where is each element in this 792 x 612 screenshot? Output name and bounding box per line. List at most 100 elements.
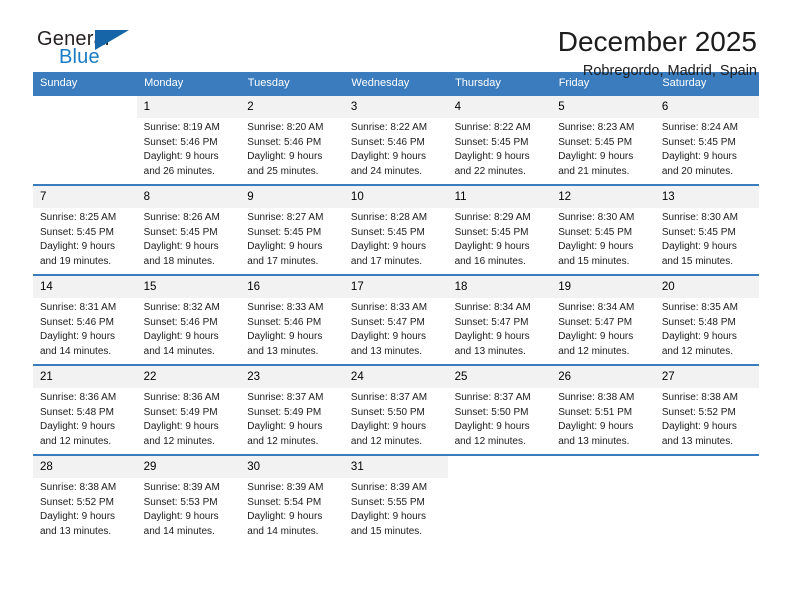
daylight-text: Daylight: 9 hours	[661, 421, 737, 432]
sunrise-text: Sunrise: 8:32 AM	[143, 302, 220, 313]
calendar-day-cell[interactable]: 31 Sunrise: 8:39 AM Sunset: 5:55 PM Dayligh…	[343, 454, 448, 544]
calendar-day-cell[interactable]: 7 Sunrise: 8:25 AM Sunset: 5:45 PM Daylight…	[33, 184, 137, 275]
sunset-text: Sunset: 5:47 PM	[454, 316, 529, 328]
sunrise-text: Sunrise: 8:33 AM	[350, 302, 428, 313]
calendar-day-cell[interactable]: 1 Sunrise: 8:19 AM Sunset: 5:46 PM Daylight…	[136, 94, 241, 185]
calendar-day-cell[interactable]: 3 Sunrise: 8:22 AM Sunset: 5:46 PM Daylight…	[343, 94, 448, 185]
calendar-week-row: 14 Sunrise: 8:31 AM Sunset: 5:46 PM Dayligh…	[33, 274, 759, 365]
day-details: Sunrise: 8:37 AM Sunset: 5:50 PM Daylight:…	[448, 388, 552, 449]
calendar-day-cell[interactable]: 14 Sunrise: 8:31 AM Sunset: 5:46 PM Dayligh…	[33, 274, 137, 365]
day-cell-inner: 29 Sunrise: 8:39 AM Sunset: 5:53 PM Dayligh…	[136, 456, 241, 544]
daylight-text: Daylight: 9 hours	[350, 151, 426, 162]
calendar-day-cell[interactable]: 5 Sunrise: 8:23 AM Sunset: 5:45 PM Daylight…	[551, 94, 655, 185]
daylight-text: Daylight: 9 hours	[40, 331, 116, 342]
calendar-page: General Blue December 2025 Robregordo, M…	[0, 0, 792, 612]
calendar-day-cell[interactable]: 29 Sunrise: 8:39 AM Sunset: 5:53 PM Dayligh…	[136, 454, 241, 544]
sunset-text: Sunset: 5:45 PM	[247, 226, 322, 238]
daylight-text: Daylight: 9 hours	[143, 151, 219, 162]
calendar-week-row: 1 Sunrise: 8:19 AM Sunset: 5:46 PM Daylight…	[33, 94, 759, 185]
daylight-text: Daylight: 9 hours	[454, 331, 530, 342]
calendar-body: 1 Sunrise: 8:19 AM Sunset: 5:46 PM Daylight…	[33, 94, 759, 544]
day-cell-inner: 3 Sunrise: 8:22 AM Sunset: 5:46 PM Daylight…	[343, 96, 448, 184]
day-number: 23	[240, 366, 344, 388]
sunset-text: Sunset: 5:45 PM	[143, 226, 218, 238]
day-details: Sunrise: 8:39 AM Sunset: 5:53 PM Daylight:…	[137, 478, 241, 539]
sunrise-text: Sunrise: 8:36 AM	[143, 392, 220, 403]
day-number: 8	[136, 186, 241, 208]
brand-logo[interactable]: General Blue	[33, 26, 153, 74]
sunrise-text: Sunrise: 8:34 AM	[558, 302, 635, 313]
day-number: 24	[343, 366, 448, 388]
day-cell-inner: 16 Sunrise: 8:33 AM Sunset: 5:46 PM Dayligh…	[240, 276, 344, 364]
day-number: 29	[136, 456, 241, 478]
calendar-day-cell[interactable]: 23 Sunrise: 8:37 AM Sunset: 5:49 PM Dayligh…	[240, 364, 344, 455]
calendar-day-cell[interactable]: 2 Sunrise: 8:20 AM Sunset: 5:46 PM Daylight…	[240, 94, 344, 185]
calendar-day-cell[interactable]: 8 Sunrise: 8:26 AM Sunset: 5:45 PM Daylight…	[136, 184, 241, 275]
calendar-day-cell[interactable]: 4 Sunrise: 8:22 AM Sunset: 5:45 PM Daylight…	[447, 94, 552, 185]
calendar-day-cell[interactable]: 10 Sunrise: 8:28 AM Sunset: 5:45 PM Dayligh…	[343, 184, 448, 275]
day-details: Sunrise: 8:35 AM Sunset: 5:48 PM Daylight:…	[655, 298, 759, 359]
day-number: 6	[654, 96, 759, 118]
calendar-empty-cell	[654, 454, 759, 544]
day-details: Sunrise: 8:31 AM Sunset: 5:46 PM Daylight:…	[33, 298, 137, 359]
day-details: Sunrise: 8:38 AM Sunset: 5:51 PM Daylight:…	[551, 388, 655, 449]
calendar-day-cell[interactable]: 20 Sunrise: 8:35 AM Sunset: 5:48 PM Dayligh…	[654, 274, 759, 365]
daylight-text: and 16 minutes.	[454, 255, 526, 267]
daylight-text: Daylight: 9 hours	[40, 511, 116, 522]
daylight-text: and 13 minutes.	[558, 435, 630, 447]
calendar-day-cell[interactable]: 27 Sunrise: 8:38 AM Sunset: 5:52 PM Dayligh…	[654, 364, 759, 455]
sunrise-text: Sunrise: 8:38 AM	[661, 392, 738, 403]
calendar-day-cell[interactable]: 25 Sunrise: 8:37 AM Sunset: 5:50 PM Dayligh…	[447, 364, 552, 455]
calendar-day-cell[interactable]: 17 Sunrise: 8:33 AM Sunset: 5:47 PM Dayligh…	[343, 274, 448, 365]
daylight-text: and 12 minutes.	[143, 435, 215, 447]
calendar-day-cell[interactable]: 9 Sunrise: 8:27 AM Sunset: 5:45 PM Daylight…	[240, 184, 344, 275]
sunset-text: Sunset: 5:45 PM	[454, 136, 529, 148]
calendar-day-cell[interactable]: 22 Sunrise: 8:36 AM Sunset: 5:49 PM Dayligh…	[136, 364, 241, 455]
sunset-text: Sunset: 5:46 PM	[247, 316, 322, 328]
day-cell-inner: 28 Sunrise: 8:38 AM Sunset: 5:52 PM Dayligh…	[33, 456, 137, 544]
day-details: Sunrise: 8:28 AM Sunset: 5:45 PM Daylight:…	[344, 208, 448, 269]
day-details: Sunrise: 8:22 AM Sunset: 5:45 PM Daylight:…	[448, 118, 552, 179]
sunrise-text: Sunrise: 8:26 AM	[143, 212, 220, 223]
sunset-text: Sunset: 5:45 PM	[454, 226, 529, 238]
calendar-day-cell[interactable]: 11 Sunrise: 8:29 AM Sunset: 5:45 PM Dayligh…	[447, 184, 552, 275]
daylight-text: and 19 minutes.	[40, 255, 112, 267]
day-cell-inner: 26 Sunrise: 8:38 AM Sunset: 5:51 PM Dayligh…	[551, 366, 655, 454]
day-cell-inner: 19 Sunrise: 8:34 AM Sunset: 5:47 PM Dayligh…	[551, 276, 655, 364]
day-cell-inner: 23 Sunrise: 8:37 AM Sunset: 5:49 PM Dayligh…	[240, 366, 344, 454]
day-details: Sunrise: 8:36 AM Sunset: 5:49 PM Daylight:…	[137, 388, 241, 449]
calendar-day-cell[interactable]: 30 Sunrise: 8:39 AM Sunset: 5:54 PM Dayligh…	[240, 454, 344, 544]
sunrise-text: Sunrise: 8:28 AM	[350, 212, 428, 223]
day-details: Sunrise: 8:26 AM Sunset: 5:45 PM Daylight:…	[137, 208, 241, 269]
day-details: Sunrise: 8:38 AM Sunset: 5:52 PM Daylight:…	[33, 478, 137, 539]
calendar-day-cell[interactable]: 12 Sunrise: 8:30 AM Sunset: 5:45 PM Dayligh…	[551, 184, 655, 275]
sunrise-text: Sunrise: 8:35 AM	[661, 302, 738, 313]
calendar-day-cell[interactable]: 26 Sunrise: 8:38 AM Sunset: 5:51 PM Dayligh…	[551, 364, 655, 455]
calendar-day-cell[interactable]: 28 Sunrise: 8:38 AM Sunset: 5:52 PM Dayligh…	[33, 454, 137, 544]
day-details: Sunrise: 8:29 AM Sunset: 5:45 PM Daylight:…	[448, 208, 552, 269]
day-cell-inner: 22 Sunrise: 8:36 AM Sunset: 5:49 PM Dayligh…	[136, 366, 241, 454]
calendar-week-row: 7 Sunrise: 8:25 AM Sunset: 5:45 PM Daylight…	[33, 184, 759, 275]
daylight-text: Daylight: 9 hours	[247, 331, 323, 342]
day-number: 13	[654, 186, 759, 208]
daylight-text: and 14 minutes.	[40, 345, 112, 357]
day-details: Sunrise: 8:37 AM Sunset: 5:49 PM Daylight:…	[240, 388, 344, 449]
day-number	[33, 96, 137, 118]
calendar-day-cell[interactable]: 21 Sunrise: 8:36 AM Sunset: 5:48 PM Dayligh…	[33, 364, 137, 455]
day-cell-inner: 9 Sunrise: 8:27 AM Sunset: 5:45 PM Daylight…	[240, 186, 344, 274]
day-details: Sunrise: 8:36 AM Sunset: 5:48 PM Daylight:…	[33, 388, 137, 449]
daylight-text: and 13 minutes.	[40, 525, 112, 537]
calendar-day-cell[interactable]: 6 Sunrise: 8:24 AM Sunset: 5:45 PM Daylight…	[654, 94, 759, 185]
day-details: Sunrise: 8:39 AM Sunset: 5:55 PM Daylight:…	[344, 478, 448, 539]
calendar-day-cell[interactable]: 15 Sunrise: 8:32 AM Sunset: 5:46 PM Dayligh…	[136, 274, 241, 365]
page-header: General Blue December 2025 Robregordo, M…	[33, 0, 759, 79]
calendar-day-cell[interactable]: 24 Sunrise: 8:37 AM Sunset: 5:50 PM Dayligh…	[343, 364, 448, 455]
daylight-text: and 13 minutes.	[247, 345, 319, 357]
day-cell-inner: 17 Sunrise: 8:33 AM Sunset: 5:47 PM Dayligh…	[343, 276, 448, 364]
calendar-day-cell[interactable]: 18 Sunrise: 8:34 AM Sunset: 5:47 PM Dayligh…	[447, 274, 552, 365]
calendar-day-cell[interactable]: 13 Sunrise: 8:30 AM Sunset: 5:45 PM Dayligh…	[654, 184, 759, 275]
calendar-day-cell[interactable]: 19 Sunrise: 8:34 AM Sunset: 5:47 PM Dayligh…	[551, 274, 655, 365]
calendar-day-cell[interactable]: 16 Sunrise: 8:33 AM Sunset: 5:46 PM Dayligh…	[240, 274, 344, 365]
sunset-text: Sunset: 5:51 PM	[558, 406, 633, 418]
day-cell-inner: 12 Sunrise: 8:30 AM Sunset: 5:45 PM Dayligh…	[551, 186, 655, 274]
